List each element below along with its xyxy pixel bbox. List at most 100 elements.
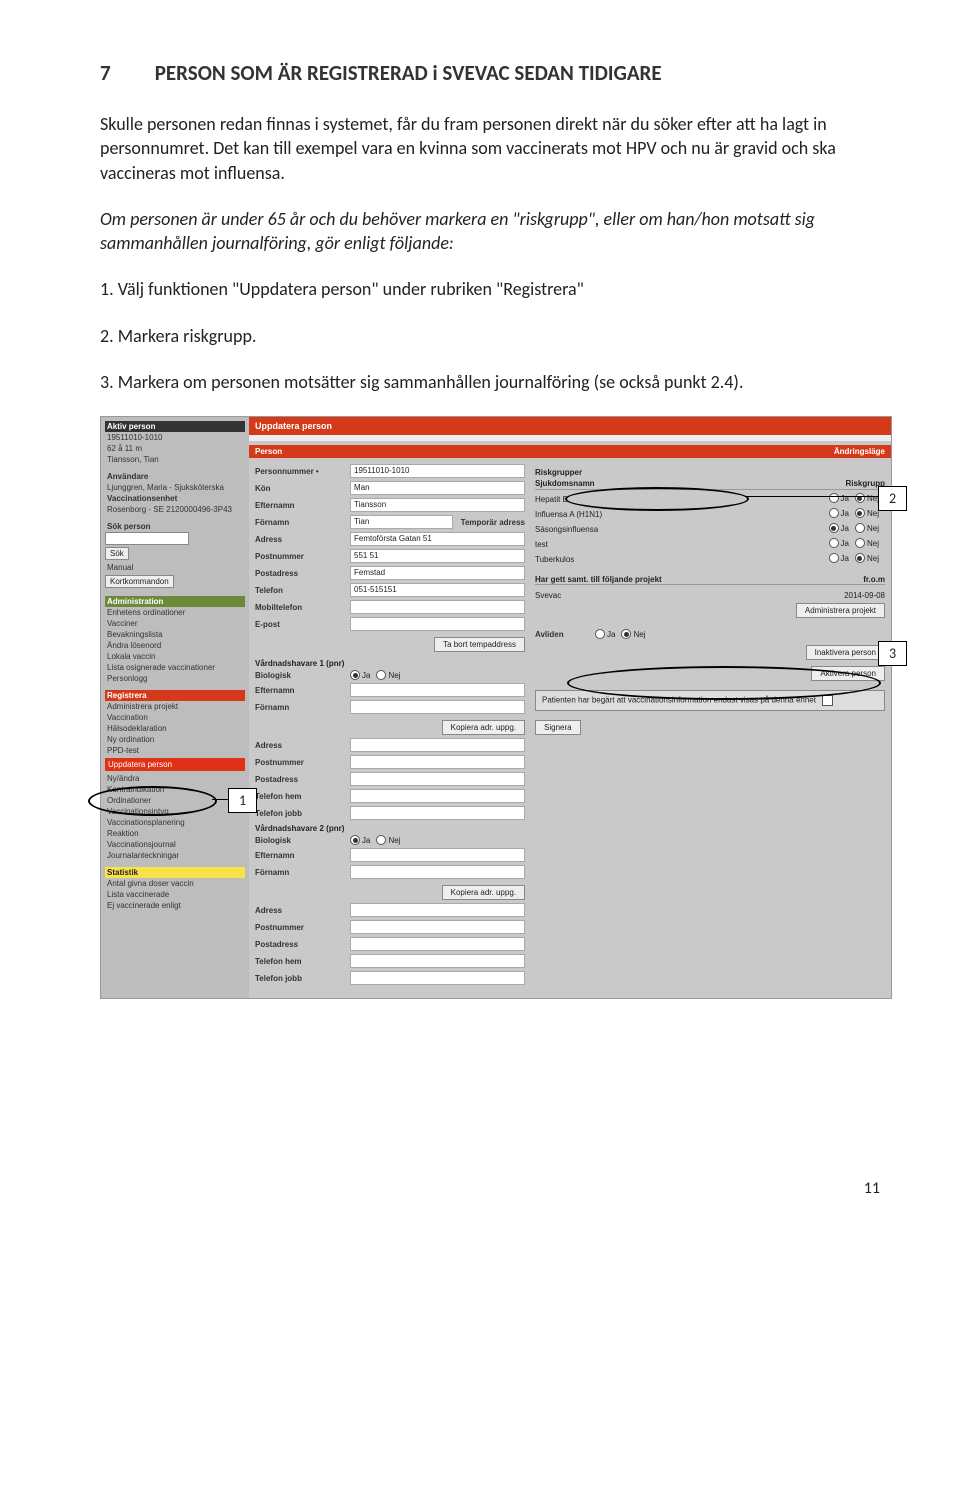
label-g2-for: Förnamn <box>255 868 350 877</box>
heading-num: 7 <box>100 60 150 86</box>
risk-nej[interactable]: Nej <box>855 493 879 503</box>
sidebar-stat-item[interactable]: Lista vaccinerade <box>105 889 245 900</box>
sidebar-admin-item[interactable]: Lokala vaccin <box>105 651 245 662</box>
sign-button[interactable]: Signera <box>535 720 581 735</box>
value-g2-for[interactable] <box>350 865 525 879</box>
copy-addr2-button[interactable]: Kopiera adr. uppg. <box>442 885 525 900</box>
sidebar-stat-item[interactable]: Ej vaccinerade enligt <box>105 900 245 911</box>
radio-avl-ja[interactable]: Ja <box>595 629 615 639</box>
risk-nej[interactable]: Nej <box>855 553 879 563</box>
subbar-person: Person <box>255 447 282 456</box>
value-g1-eft[interactable] <box>350 683 525 697</box>
sidebar-reg-item[interactable]: Ny ordination <box>105 734 245 745</box>
label-g2-th: Telefon hem <box>255 957 350 966</box>
value-g2-th[interactable] <box>350 954 525 968</box>
copy-addr1-button[interactable]: Kopiera adr. uppg. <box>442 720 525 735</box>
admin-project-button[interactable]: Administrera projekt <box>796 603 885 618</box>
sidebar-reg-item[interactable]: Vaccinationsplanering <box>105 817 245 828</box>
sidebar-manual-link[interactable]: Manual <box>105 562 245 573</box>
sidebar-update-person[interactable]: Uppdatera person <box>105 758 245 771</box>
risk-nej[interactable]: Nej <box>855 538 879 548</box>
sidebar-admin-item[interactable]: Ändra lösenord <box>105 640 245 651</box>
label-postnr: Postnummer <box>255 552 350 561</box>
radio-bio2-ja[interactable]: Ja <box>350 835 370 845</box>
sidebar-shortcuts-button[interactable]: Kortkommandon <box>105 575 174 588</box>
radio-bio1-ja[interactable]: Ja <box>350 670 370 680</box>
label-mobil: Mobiltelefon <box>255 603 350 612</box>
value-g2-adr[interactable] <box>350 903 525 917</box>
risk-nej[interactable]: Nej <box>855 523 879 533</box>
sidebar-reg-item[interactable]: Journalanteckningar <box>105 850 245 861</box>
value-g2-eft[interactable] <box>350 848 525 862</box>
sidebar-admin-item[interactable]: Enhetens ordinationer <box>105 607 245 618</box>
value-postnr[interactable]: 551 51 <box>350 549 525 563</box>
value-postadress[interactable]: Femstad <box>350 566 525 580</box>
page-number: 11 <box>100 1179 890 1198</box>
heading-title: PERSON SOM ÄR REGISTRERAD i SVEVAC SEDAN… <box>155 60 662 86</box>
label-g1-tj: Telefon jobb <box>255 809 350 818</box>
sidebar-unit-name: Rosenborg - SE 2120000496-3P43 <box>105 504 245 515</box>
label-efternamn: Efternamn <box>255 501 350 510</box>
consent-from: fr.o.m <box>815 575 885 584</box>
value-g1-th[interactable] <box>350 789 525 803</box>
para-2: Om personen är under 65 år och du behöve… <box>100 207 890 256</box>
para-1: Skulle personen redan finnas i systemet,… <box>100 112 890 185</box>
value-fornamn[interactable]: Tian <box>350 515 453 529</box>
remove-tempaddr-button[interactable]: Ta bort tempaddress <box>434 637 525 652</box>
value-g2-pnm[interactable] <box>350 920 525 934</box>
sidebar-reg-item[interactable]: Administrera projekt <box>105 701 245 712</box>
sidebar-search-head: Sök person <box>105 521 245 532</box>
sidebar-reg-item[interactable]: Vaccinationsjournal <box>105 839 245 850</box>
value-g1-for[interactable] <box>350 700 525 714</box>
value-g2-pad[interactable] <box>350 937 525 951</box>
value-telefon[interactable]: 051-515151 <box>350 583 525 597</box>
sidebar-search-input[interactable] <box>105 532 189 545</box>
risk-ja[interactable]: Ja <box>829 493 849 503</box>
sidebar-reg-item[interactable]: Reaktion <box>105 828 245 839</box>
radio-avl-nej[interactable]: Nej <box>621 629 645 639</box>
value-epost[interactable] <box>350 617 525 631</box>
value-g2-tj[interactable] <box>350 971 525 985</box>
sidebar-reg-item[interactable]: Hälsodeklaration <box>105 723 245 734</box>
value-mobil[interactable] <box>350 600 525 614</box>
value-g1-pad[interactable] <box>350 772 525 786</box>
consent-restrict-checkbox[interactable] <box>822 695 833 706</box>
sidebar-reg-item[interactable]: Ny/ändra <box>105 773 245 784</box>
sidebar-admin-item[interactable]: Bevakningslista <box>105 629 245 640</box>
value-pnr[interactable]: 19511010-1010 <box>350 464 525 478</box>
riskgrupper-head: Riskgrupper <box>535 468 885 477</box>
sidebar-admin-item[interactable]: Personlogg <box>105 673 245 684</box>
label-g2-tj: Telefon jobb <box>255 974 350 983</box>
label-g1-th: Telefon hem <box>255 792 350 801</box>
label-bio2: Biologisk <box>255 836 350 845</box>
list-3: 3. Markera om personen motsätter sig sam… <box>100 370 890 394</box>
sidebar-reg-item[interactable]: Vaccination <box>105 712 245 723</box>
risk-ja[interactable]: Ja <box>829 523 849 533</box>
risk-row-name: Säsongsinfluensa <box>535 525 795 534</box>
radio-bio2-nej[interactable]: Nej <box>376 835 400 845</box>
consent-proj: Svevac <box>535 591 815 600</box>
callout-2-line <box>745 496 880 497</box>
value-g1-tj[interactable] <box>350 806 525 820</box>
sidebar-admin-item[interactable]: Vacciner <box>105 618 245 629</box>
sidebar: Aktiv person 19511010-1010 62 å 11 m Tia… <box>101 417 249 998</box>
sidebar-reg-item[interactable]: PPD-test <box>105 745 245 756</box>
sidebar-stat-item[interactable]: Antal givna doser vaccin <box>105 878 245 889</box>
sidebar-admin-item[interactable]: Lista osignerade vaccinationer <box>105 662 245 673</box>
label-g2-eft: Efternamn <box>255 851 350 860</box>
value-adress[interactable]: Femtoförsta Gatan 51 <box>350 532 525 546</box>
risk-row-name: Tuberkulos <box>535 555 795 564</box>
value-g1-adr[interactable] <box>350 738 525 752</box>
deactivate-person-button[interactable]: Inaktivera person <box>806 645 885 660</box>
person-form: Personnummer •19511010-1010 KönMan Efter… <box>255 464 525 988</box>
risk-ja[interactable]: Ja <box>829 553 849 563</box>
value-g1-pnm[interactable] <box>350 755 525 769</box>
sidebar-search-button[interactable]: Sök <box>105 547 129 560</box>
value-efternamn[interactable]: Tiansson <box>350 498 525 512</box>
risk-nej[interactable]: Nej <box>855 508 879 518</box>
risk-ja[interactable]: Ja <box>829 508 849 518</box>
label-pnr: Personnummer • <box>255 467 350 476</box>
risk-ja[interactable]: Ja <box>829 538 849 548</box>
radio-bio1-nej[interactable]: Nej <box>376 670 400 680</box>
value-kon[interactable]: Man <box>350 481 525 495</box>
